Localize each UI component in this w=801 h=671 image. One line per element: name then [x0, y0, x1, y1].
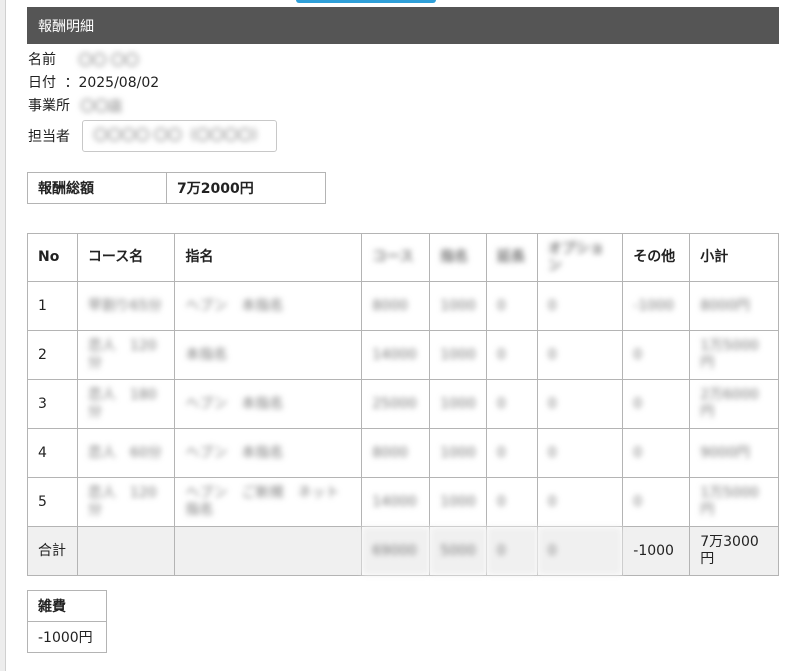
cell-no: 5	[27, 477, 78, 527]
cell-nomination-fee: 1000	[429, 379, 487, 429]
date-row: 日付 ：2025/08/02	[28, 72, 159, 92]
table-row: 1 早割り65分 ヘブン 本指名 8000 1000 0 0 -1000 800…	[27, 281, 779, 331]
cell-course: 恋人 60分	[76, 428, 176, 478]
active-tab-indicator	[296, 0, 436, 3]
left-edge-panel	[0, 0, 6, 671]
column-header: 指名	[174, 233, 363, 282]
cell-course: 早割り65分	[76, 281, 176, 331]
table-row: 2 恋人 120分 本指名 14000 1000 0 0 0 1万5000円	[27, 330, 779, 380]
misc-expense-value: -1000円	[27, 621, 107, 653]
total-amount-label: 報酬総額	[27, 172, 167, 204]
cell-nomination: ヘブン ご新規 ネット指名	[174, 477, 363, 527]
cell-nomination: 本指名	[174, 330, 363, 380]
cell-course-fee: 25000	[361, 379, 431, 429]
staff-value: 〇〇〇〇 〇〇（〇〇〇〇）	[93, 128, 266, 144]
cell-other: -1000	[622, 281, 691, 331]
cell-course: 恋人 180分	[76, 379, 176, 429]
cell-nomination: ヘブン 本指名	[174, 428, 363, 478]
cell-course-fee: 8000	[361, 281, 431, 331]
cell-nomination: ヘブン 本指名	[174, 379, 363, 429]
cell-no: 4	[27, 428, 78, 478]
cell-nomination-fee: 1000	[429, 428, 487, 478]
cell-extension: 0	[485, 330, 538, 380]
cell-subtotal: 9000円	[689, 428, 779, 478]
cell-extension: 0	[485, 477, 538, 527]
cell-no: 1	[27, 281, 78, 331]
cell-course-fee: 14000	[361, 477, 431, 527]
staff-label: 担当者	[28, 129, 70, 145]
cell-total-nomination	[174, 526, 363, 576]
table-row: 3 恋人 180分 ヘブン 本指名 25000 1000 0 0 0 2万600…	[27, 379, 779, 429]
page-title: 報酬明細	[27, 7, 779, 44]
misc-expense-label: 雑費	[27, 590, 107, 622]
table-total-row: 合計 69000 5000 0 0 -1000 7万3000円	[27, 526, 779, 576]
column-header: No	[27, 233, 78, 282]
cell-subtotal: 1万5000円	[689, 477, 779, 527]
cell-no: 2	[27, 330, 78, 380]
cell-total-nomination-fee: 5000	[429, 526, 487, 576]
page-title-text: 報酬明細	[38, 18, 94, 35]
cell-course: 恋人 120分	[76, 477, 176, 527]
cell-total-option: 0	[536, 526, 624, 576]
column-header: その他	[622, 233, 691, 282]
cell-total-other: -1000	[622, 526, 691, 576]
misc-expense-table: 雑費 -1000円	[27, 590, 107, 653]
cell-total-extension: 0	[485, 526, 538, 576]
total-amount-table: 報酬総額 7万2000円	[27, 172, 326, 204]
cell-option: 0	[536, 477, 624, 527]
cell-subtotal: 8000円	[689, 281, 779, 331]
table-row: 5 恋人 120分 ヘブン ご新規 ネット指名 14000 1000 0 0 0…	[27, 477, 779, 527]
cell-subtotal: 1万5000円	[689, 330, 779, 380]
cell-option: 0	[536, 330, 624, 380]
date-label: 日付	[28, 75, 56, 91]
date-value: ：2025/08/02	[64, 75, 160, 91]
cell-total-label: 合計	[27, 526, 78, 576]
cell-option: 0	[536, 428, 624, 478]
cell-no: 3	[27, 379, 78, 429]
staff-row: 担当者 〇〇〇〇 〇〇（〇〇〇〇）	[28, 120, 277, 152]
office-row: 事業所 〇〇店	[28, 95, 122, 116]
staff-select[interactable]: 〇〇〇〇 〇〇（〇〇〇〇）	[82, 120, 277, 152]
column-header: コース	[361, 233, 431, 282]
total-amount-value: 7万2000円	[166, 172, 326, 204]
cell-course-fee: 14000	[361, 330, 431, 380]
cell-nomination-fee: 1000	[429, 281, 487, 331]
cell-extension: 0	[485, 281, 538, 331]
cell-other: 0	[622, 330, 691, 380]
office-label: 事業所	[28, 98, 70, 114]
cell-other: 0	[622, 477, 691, 527]
cell-total-course-fee: 69000	[361, 526, 431, 576]
table-row: 4 恋人 60分 ヘブン 本指名 8000 1000 0 0 0 9000円	[27, 428, 779, 478]
cell-option: 0	[536, 379, 624, 429]
cell-course: 恋人 120分	[76, 330, 176, 380]
column-header: オプション	[536, 233, 624, 282]
column-header: 延長	[485, 233, 538, 282]
name-value: 〇〇 〇〇	[78, 53, 139, 69]
office-value: 〇〇店	[80, 99, 123, 115]
table-header-row: No コース名 指名 コース 指名 延長 オプション その他 小計	[27, 233, 779, 282]
column-header: 指名	[429, 233, 487, 282]
name-row: 名前 〇〇 〇〇	[28, 49, 139, 70]
cell-nomination-fee: 1000	[429, 330, 487, 380]
cell-other: 0	[622, 428, 691, 478]
name-label: 名前	[28, 52, 56, 68]
cell-subtotal: 2万6000円	[689, 379, 779, 429]
cell-nomination: ヘブン 本指名	[174, 281, 363, 331]
cell-other: 0	[622, 379, 691, 429]
cell-total-course	[76, 526, 176, 576]
cell-course-fee: 8000	[361, 428, 431, 478]
column-header: コース名	[76, 233, 176, 282]
cell-extension: 0	[485, 379, 538, 429]
cell-nomination-fee: 1000	[429, 477, 487, 527]
cell-option: 0	[536, 281, 624, 331]
cell-extension: 0	[485, 428, 538, 478]
reward-detail-table: No コース名 指名 コース 指名 延長 オプション その他 小計 1 早割り6…	[27, 233, 779, 576]
column-header: 小計	[689, 233, 779, 282]
cell-total-subtotal: 7万3000円	[689, 526, 779, 576]
